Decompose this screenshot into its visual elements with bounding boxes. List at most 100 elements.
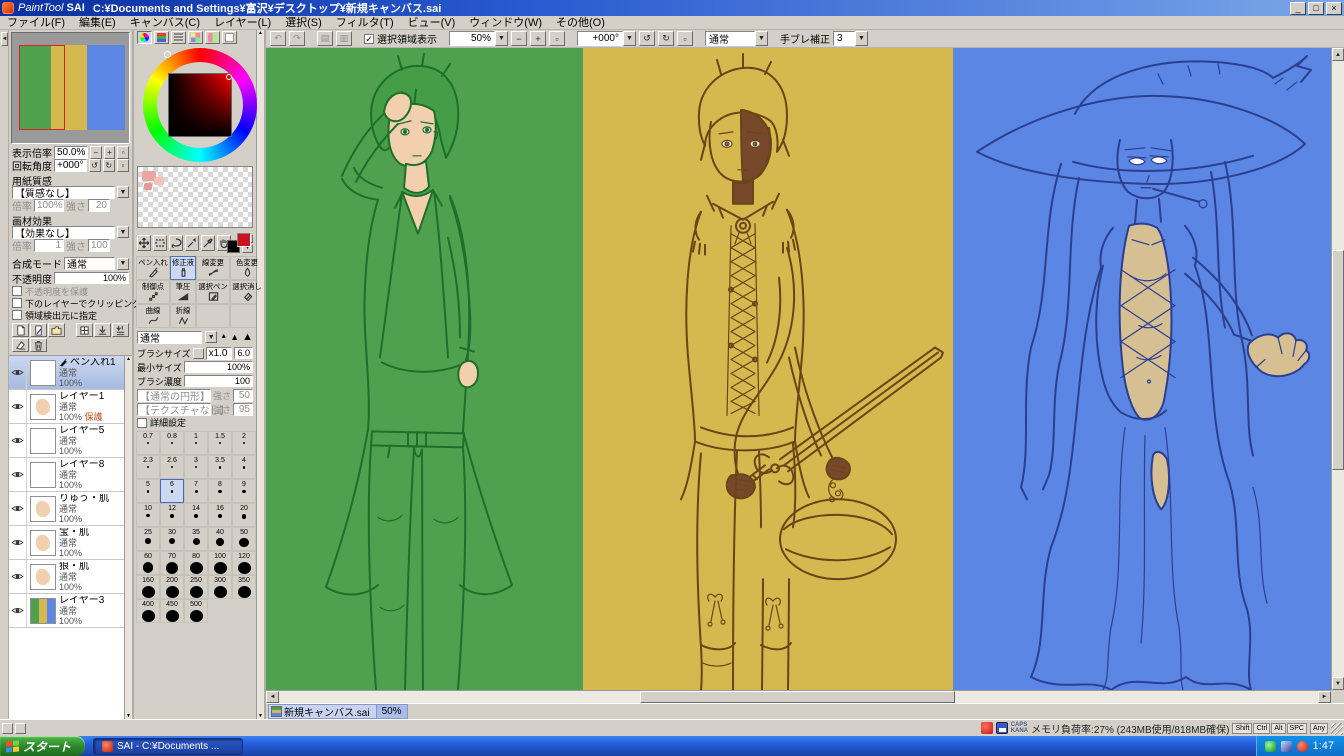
- brush-edge-small[interactable]: ▲: [220, 332, 227, 342]
- foreground-color-chip[interactable]: [237, 233, 251, 247]
- clear-layer-button[interactable]: [12, 338, 29, 352]
- brush-size-cell[interactable]: 300: [208, 575, 232, 599]
- redo-button[interactable]: ↷: [289, 31, 305, 46]
- layer-item[interactable]: 狼・肌 通常 100%: [9, 560, 124, 594]
- document-tab[interactable]: 新規キャンバス.sai 50%: [268, 704, 408, 719]
- deselect-button[interactable]: ▤: [317, 31, 333, 46]
- brush-size-cell[interactable]: 500: [184, 599, 208, 623]
- menu-item[interactable]: 編集(E): [72, 16, 123, 30]
- canvas-panel-blue[interactable]: [953, 48, 1331, 690]
- layer-visibility-toggle[interactable]: [9, 560, 27, 593]
- brush-size-slider[interactable]: 6.0: [233, 347, 253, 359]
- tray-icon-1[interactable]: [1264, 740, 1276, 752]
- protect-opacity-checkbox[interactable]: [12, 286, 22, 296]
- brush-size-cell[interactable]: 200: [160, 575, 184, 599]
- layer-visibility-toggle[interactable]: [9, 390, 27, 423]
- brush-size-cell[interactable]: 10: [136, 503, 160, 527]
- linework-tool-lw-fluid[interactable]: 修正液: [170, 256, 196, 280]
- swatches-tab[interactable]: [188, 31, 203, 44]
- color-wheel[interactable]: [134, 46, 257, 164]
- paper-strength-value[interactable]: 20: [88, 199, 110, 212]
- brush-size-cell[interactable]: 0.7: [136, 431, 160, 455]
- delete-layer-button[interactable]: [30, 338, 47, 352]
- linework-tool-lw-selpen[interactable]: 選択ペン: [196, 280, 230, 304]
- scroll-up-button[interactable]: ▲: [1332, 48, 1344, 61]
- layer-visibility-toggle[interactable]: [9, 526, 27, 559]
- brush-size-cell[interactable]: 1: [184, 431, 208, 455]
- layer-item[interactable]: 宝・肌 通常 100%: [9, 526, 124, 560]
- saturation-value-square[interactable]: [168, 73, 232, 137]
- material-effect-dropdown-button[interactable]: ▼: [117, 226, 129, 238]
- brush-size-cell[interactable]: 12: [160, 503, 184, 527]
- view-zoom-value[interactable]: 50.0%: [54, 146, 88, 159]
- brush-size-cell[interactable]: 7: [184, 479, 208, 503]
- canvas-zoom-in-button[interactable]: +: [530, 31, 546, 46]
- min-size-slider[interactable]: 100%: [183, 361, 253, 373]
- canvas-panel-yellow[interactable]: [583, 48, 953, 690]
- clipping-checkbox[interactable]: [12, 298, 22, 308]
- layer-item[interactable]: レイヤー5 通常 100%: [9, 424, 124, 458]
- canvas-zoom-combo[interactable]: 50% ▼: [449, 31, 508, 46]
- menu-item[interactable]: その他(O): [549, 16, 612, 30]
- linework-tool-lw-point[interactable]: 制御点: [136, 280, 170, 304]
- layer-visibility-toggle[interactable]: [9, 594, 27, 627]
- brush-size-cell[interactable]: 5: [136, 479, 160, 503]
- minimize-button[interactable]: _: [1290, 1, 1306, 15]
- bottom-panel-button-1[interactable]: [2, 722, 13, 734]
- menu-item[interactable]: キャンバス(C): [123, 16, 207, 30]
- magic-wand-tool[interactable]: [185, 235, 199, 251]
- lasso-tool[interactable]: [169, 235, 183, 251]
- layer-visibility-toggle[interactable]: [9, 458, 27, 491]
- brush-size-cell[interactable]: 3.5: [208, 455, 232, 479]
- layer-blend-dropdown-button[interactable]: ▼: [117, 257, 129, 270]
- rgb-slider-tab[interactable]: [154, 31, 169, 44]
- brush-size-cell[interactable]: 80: [184, 551, 208, 575]
- stabilizer-combo[interactable]: 3 ▼: [833, 31, 868, 46]
- merge-down-button[interactable]: [112, 323, 129, 337]
- stabilizer-dropdown-button[interactable]: ▼: [855, 31, 868, 46]
- tool-blend-dropdown-button[interactable]: ▼: [755, 31, 768, 46]
- show-selection-checkbox[interactable]: ✓: [364, 33, 374, 44]
- brush-size-unit-button[interactable]: [192, 347, 204, 359]
- tray-icon-2[interactable]: [1280, 740, 1292, 752]
- rotate-cw-button[interactable]: ↻: [102, 159, 115, 172]
- tool-panel-scrollbar[interactable]: ▲ ▼: [256, 30, 264, 719]
- brush-shape-strength-value[interactable]: 50: [233, 388, 253, 402]
- color-mixer-tab[interactable]: [205, 31, 220, 44]
- color-scratchpad[interactable]: [137, 166, 253, 228]
- resize-grip[interactable]: [1331, 723, 1343, 735]
- tray-icon-3[interactable]: [1296, 740, 1308, 752]
- brush-size-cell[interactable]: 20: [232, 503, 256, 527]
- linework-tool-lw-pressure[interactable]: 筆圧: [170, 280, 196, 304]
- layer-item[interactable]: レイヤー8 通常 100%: [9, 458, 124, 492]
- horizontal-scroll-thumb[interactable]: [640, 691, 955, 703]
- material-effect-select[interactable]: 【効果なし】: [12, 225, 115, 240]
- brush-blend-dropdown-button[interactable]: ▼: [205, 331, 218, 343]
- brush-size-cell[interactable]: 160: [136, 575, 160, 599]
- brush-size-cell[interactable]: 40: [208, 527, 232, 551]
- layer-grid-button[interactable]: [76, 323, 93, 337]
- scroll-down-button[interactable]: ▼: [1332, 677, 1344, 690]
- maximize-button[interactable]: □: [1308, 1, 1324, 15]
- linework-tool-lw-pen[interactable]: ペン入れ: [136, 256, 170, 280]
- navigator[interactable]: [11, 32, 130, 144]
- scroll-left-button[interactable]: ◄: [266, 691, 279, 703]
- brush-size-cell[interactable]: 16: [208, 503, 232, 527]
- linework-tool-lw-poly[interactable]: 折線: [170, 304, 196, 328]
- brush-size-cell[interactable]: 14: [184, 503, 208, 527]
- brush-size-cell[interactable]: 8: [208, 479, 232, 503]
- menu-item[interactable]: 選択(S): [278, 16, 329, 30]
- zoom-in-button[interactable]: +: [103, 146, 116, 159]
- canvas-vertical-scrollbar[interactable]: ▲ ▼: [1331, 48, 1344, 690]
- canvas-panel-green[interactable]: [266, 48, 583, 690]
- canvas-zoom-dropdown-button[interactable]: ▼: [495, 31, 508, 46]
- linework-tool-lw-width[interactable]: 線変更: [196, 256, 230, 280]
- hue-marker[interactable]: [164, 51, 171, 58]
- view-angle-value[interactable]: +000°: [54, 159, 87, 172]
- effect-strength-value[interactable]: 100: [88, 239, 110, 252]
- menu-item[interactable]: ファイル(F): [0, 16, 72, 30]
- close-button[interactable]: ×: [1326, 1, 1342, 15]
- navigator-view-rect[interactable]: [19, 45, 65, 130]
- scroll-right-button[interactable]: ►: [1318, 691, 1331, 703]
- rotate-reset-button[interactable]: ▫: [116, 159, 129, 172]
